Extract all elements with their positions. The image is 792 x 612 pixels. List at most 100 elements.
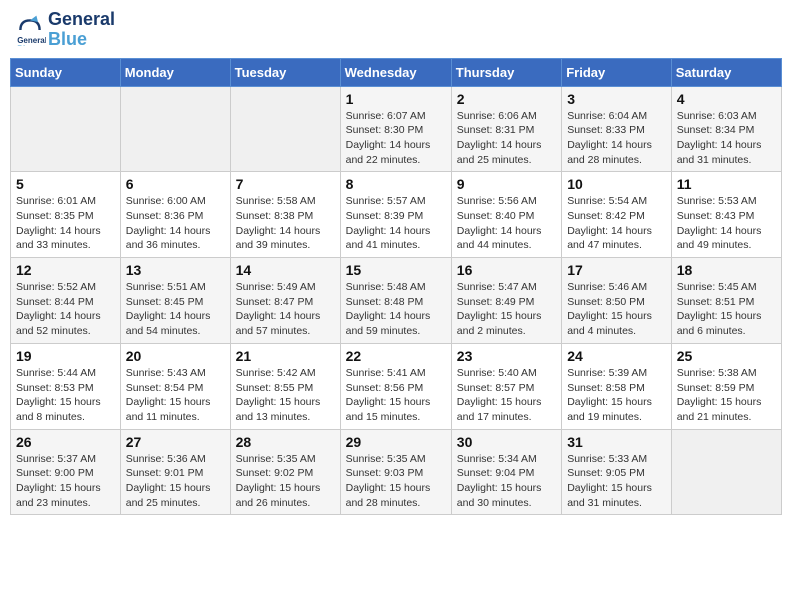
calendar-cell: 8Sunrise: 5:57 AM Sunset: 8:39 PM Daylig… xyxy=(340,172,451,258)
calendar-header-row: SundayMondayTuesdayWednesdayThursdayFrid… xyxy=(11,58,782,86)
day-number: 27 xyxy=(126,434,225,450)
day-info: Sunrise: 5:56 AM Sunset: 8:40 PM Dayligh… xyxy=(457,194,556,253)
calendar-week-3: 12 Sunrise: 5:52 AM Sunset: 8:44 PM Dayli… xyxy=(11,258,782,344)
day-number: 13 xyxy=(126,262,225,278)
day-number: 24 xyxy=(567,348,666,364)
day-number: 31 xyxy=(567,434,666,450)
col-header-wednesday: Wednesday xyxy=(340,58,451,86)
day-number: 21 xyxy=(236,348,335,364)
day-info: Sunrise: 5:40 AM Sunset: 8:57 PM Dayligh… xyxy=(457,366,556,425)
day-number: 29 xyxy=(346,434,446,450)
day-info: Sunrise: 5:36 AM Sunset: 9:01 PM Dayligh… xyxy=(126,452,225,511)
calendar-cell: 13 Sunrise: 5:51 AM Sunset: 8:45 PM Dayli… xyxy=(120,258,230,344)
day-number: 12 xyxy=(16,262,115,278)
calendar-cell: 23 Sunrise: 5:40 AM Sunset: 8:57 PM Dayli… xyxy=(451,343,561,429)
day-number: 19 xyxy=(16,348,115,364)
day-info: Sunrise: 6:00 AM Sunset: 8:36 PM Dayligh… xyxy=(126,194,225,253)
logo: General Blue General Blue xyxy=(14,10,115,50)
calendar-cell: 10 Sunrise: 5:54 AM Sunset: 8:42 PM Dayli… xyxy=(562,172,672,258)
col-header-tuesday: Tuesday xyxy=(230,58,340,86)
day-info: Sunrise: 6:03 AM Sunset: 8:34 PM Dayligh… xyxy=(677,109,776,168)
calendar-week-5: 26Sunrise: 5:37 AM Sunset: 9:00 PM Dayli… xyxy=(11,429,782,515)
calendar-cell xyxy=(230,86,340,172)
day-info: Sunrise: 5:35 AM Sunset: 9:02 PM Dayligh… xyxy=(236,452,335,511)
calendar-cell: 3 Sunrise: 6:04 AM Sunset: 8:33 PM Daylig… xyxy=(562,86,672,172)
calendar-cell: 29 Sunrise: 5:35 AM Sunset: 9:03 PM Dayli… xyxy=(340,429,451,515)
day-info: Sunrise: 5:53 AM Sunset: 8:43 PM Dayligh… xyxy=(677,194,776,253)
page-header: General Blue General Blue xyxy=(10,10,782,50)
calendar-week-4: 19 Sunrise: 5:44 AM Sunset: 8:53 PM Dayli… xyxy=(11,343,782,429)
day-info: Sunrise: 6:04 AM Sunset: 8:33 PM Dayligh… xyxy=(567,109,666,168)
day-info: Sunrise: 5:41 AM Sunset: 8:56 PM Dayligh… xyxy=(346,366,446,425)
calendar-cell: 31 Sunrise: 5:33 AM Sunset: 9:05 PM Dayli… xyxy=(562,429,672,515)
col-header-sunday: Sunday xyxy=(11,58,121,86)
col-header-thursday: Thursday xyxy=(451,58,561,86)
logo-icon: General Blue xyxy=(14,14,46,46)
day-info: Sunrise: 5:33 AM Sunset: 9:05 PM Dayligh… xyxy=(567,452,666,511)
calendar-cell: 5Sunrise: 6:01 AM Sunset: 8:35 PM Daylig… xyxy=(11,172,121,258)
day-number: 4 xyxy=(677,91,776,107)
day-info: Sunrise: 5:58 AM Sunset: 8:38 PM Dayligh… xyxy=(236,194,335,253)
calendar-table: SundayMondayTuesdayWednesdayThursdayFrid… xyxy=(10,58,782,516)
calendar-cell: 25Sunrise: 5:38 AM Sunset: 8:59 PM Dayli… xyxy=(671,343,781,429)
calendar-cell: 7 Sunrise: 5:58 AM Sunset: 8:38 PM Daylig… xyxy=(230,172,340,258)
calendar-cell: 27 Sunrise: 5:36 AM Sunset: 9:01 PM Dayli… xyxy=(120,429,230,515)
day-info: Sunrise: 5:54 AM Sunset: 8:42 PM Dayligh… xyxy=(567,194,666,253)
day-info: Sunrise: 5:43 AM Sunset: 8:54 PM Dayligh… xyxy=(126,366,225,425)
calendar-cell: 11Sunrise: 5:53 AM Sunset: 8:43 PM Dayli… xyxy=(671,172,781,258)
day-info: Sunrise: 5:44 AM Sunset: 8:53 PM Dayligh… xyxy=(16,366,115,425)
day-number: 5 xyxy=(16,176,115,192)
day-number: 15 xyxy=(346,262,446,278)
day-number: 16 xyxy=(457,262,556,278)
day-number: 10 xyxy=(567,176,666,192)
day-info: Sunrise: 5:35 AM Sunset: 9:03 PM Dayligh… xyxy=(346,452,446,511)
day-number: 3 xyxy=(567,91,666,107)
calendar-cell: 4 Sunrise: 6:03 AM Sunset: 8:34 PM Daylig… xyxy=(671,86,781,172)
col-header-friday: Friday xyxy=(562,58,672,86)
col-header-saturday: Saturday xyxy=(671,58,781,86)
calendar-cell: 15 Sunrise: 5:48 AM Sunset: 8:48 PM Dayli… xyxy=(340,258,451,344)
day-number: 28 xyxy=(236,434,335,450)
day-info: Sunrise: 6:07 AM Sunset: 8:30 PM Dayligh… xyxy=(346,109,446,168)
calendar-cell: 20 Sunrise: 5:43 AM Sunset: 8:54 PM Dayli… xyxy=(120,343,230,429)
day-number: 18 xyxy=(677,262,776,278)
day-info: Sunrise: 6:06 AM Sunset: 8:31 PM Dayligh… xyxy=(457,109,556,168)
day-info: Sunrise: 5:34 AM Sunset: 9:04 PM Dayligh… xyxy=(457,452,556,511)
day-info: Sunrise: 5:52 AM Sunset: 8:44 PM Dayligh… xyxy=(16,280,115,339)
day-number: 30 xyxy=(457,434,556,450)
day-info: Sunrise: 5:51 AM Sunset: 8:45 PM Dayligh… xyxy=(126,280,225,339)
day-number: 17 xyxy=(567,262,666,278)
calendar-cell: 22 Sunrise: 5:41 AM Sunset: 8:56 PM Dayli… xyxy=(340,343,451,429)
calendar-cell: 26Sunrise: 5:37 AM Sunset: 9:00 PM Dayli… xyxy=(11,429,121,515)
calendar-cell: 28 Sunrise: 5:35 AM Sunset: 9:02 PM Dayli… xyxy=(230,429,340,515)
day-number: 26 xyxy=(16,434,115,450)
svg-text:General: General xyxy=(17,36,46,45)
day-number: 2 xyxy=(457,91,556,107)
day-number: 25 xyxy=(677,348,776,364)
day-number: 23 xyxy=(457,348,556,364)
day-info: Sunrise: 5:46 AM Sunset: 8:50 PM Dayligh… xyxy=(567,280,666,339)
day-number: 9 xyxy=(457,176,556,192)
day-info: Sunrise: 5:47 AM Sunset: 8:49 PM Dayligh… xyxy=(457,280,556,339)
calendar-cell: 24 Sunrise: 5:39 AM Sunset: 8:58 PM Dayli… xyxy=(562,343,672,429)
day-number: 7 xyxy=(236,176,335,192)
day-number: 14 xyxy=(236,262,335,278)
svg-text:Blue: Blue xyxy=(17,44,35,45)
calendar-cell: 2 Sunrise: 6:06 AM Sunset: 8:31 PM Daylig… xyxy=(451,86,561,172)
logo-text-blue: Blue xyxy=(48,30,115,50)
day-info: Sunrise: 5:42 AM Sunset: 8:55 PM Dayligh… xyxy=(236,366,335,425)
day-number: 1 xyxy=(346,91,446,107)
calendar-cell: 1 Sunrise: 6:07 AM Sunset: 8:30 PM Daylig… xyxy=(340,86,451,172)
day-number: 22 xyxy=(346,348,446,364)
logo-text-general: General xyxy=(48,10,115,30)
col-header-monday: Monday xyxy=(120,58,230,86)
calendar-week-2: 5Sunrise: 6:01 AM Sunset: 8:35 PM Daylig… xyxy=(11,172,782,258)
calendar-cell: 17 Sunrise: 5:46 AM Sunset: 8:50 PM Dayli… xyxy=(562,258,672,344)
day-info: Sunrise: 5:39 AM Sunset: 8:58 PM Dayligh… xyxy=(567,366,666,425)
day-number: 6 xyxy=(126,176,225,192)
day-number: 20 xyxy=(126,348,225,364)
day-info: Sunrise: 5:57 AM Sunset: 8:39 PM Dayligh… xyxy=(346,194,446,253)
day-info: Sunrise: 5:48 AM Sunset: 8:48 PM Dayligh… xyxy=(346,280,446,339)
calendar-cell: 6 Sunrise: 6:00 AM Sunset: 8:36 PM Daylig… xyxy=(120,172,230,258)
calendar-cell: 14Sunrise: 5:49 AM Sunset: 8:47 PM Dayli… xyxy=(230,258,340,344)
